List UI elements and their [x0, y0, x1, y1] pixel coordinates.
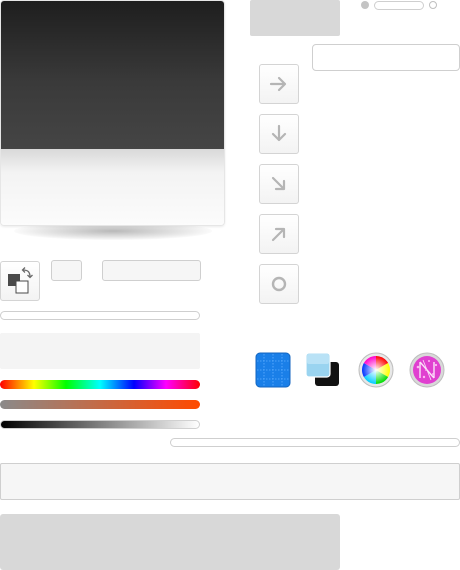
position-bar[interactable] — [170, 438, 460, 447]
hue-slider[interactable] — [0, 380, 200, 389]
down-right-arrow-icon — [271, 176, 286, 191]
apply-button-placeholder[interactable] — [0, 514, 340, 570]
layers-button[interactable] — [305, 352, 341, 388]
css-output-field[interactable] — [0, 463, 460, 500]
gradient-editor — [0, 0, 460, 570]
preview-dark-band — [1, 1, 224, 149]
stop-right-dot[interactable] — [429, 1, 437, 9]
color-wheel-button[interactable] — [358, 352, 394, 388]
direction-down-right-button[interactable] — [259, 164, 299, 204]
saturation-slider[interactable] — [0, 400, 200, 409]
grid-texture-icon — [255, 352, 291, 388]
swap-colors-button[interactable] — [0, 261, 40, 301]
gradient-swatch-placeholder[interactable] — [250, 0, 340, 36]
preset-dropdown[interactable] — [312, 44, 460, 71]
layers-icon — [305, 352, 339, 386]
opacity-bar[interactable] — [0, 311, 200, 320]
right-arrow-icon — [269, 76, 287, 92]
color-preview-area — [0, 333, 200, 369]
stop-range-bar[interactable] — [374, 1, 424, 10]
direction-down-button[interactable] — [259, 114, 299, 154]
radial-icon — [271, 276, 287, 292]
direction-up-right-button[interactable] — [259, 214, 299, 254]
color-wheel-icon — [358, 352, 394, 388]
noise-texture-icon — [409, 352, 445, 388]
stop-left-dot[interactable] — [361, 1, 369, 9]
gradient-preview[interactable] — [0, 0, 225, 226]
brightness-slider[interactable] — [0, 420, 200, 429]
preview-light-band — [1, 149, 224, 225]
grid-texture-button[interactable] — [255, 352, 291, 388]
swap-colors-icon — [8, 267, 33, 294]
hex-input[interactable] — [102, 260, 201, 281]
direction-radial-button[interactable] — [259, 264, 299, 304]
down-arrow-icon — [271, 124, 287, 142]
color-swatch-input[interactable] — [51, 260, 82, 281]
direction-right-button[interactable] — [259, 64, 299, 104]
up-right-arrow-icon — [271, 227, 286, 242]
noise-texture-button[interactable] — [409, 352, 445, 388]
